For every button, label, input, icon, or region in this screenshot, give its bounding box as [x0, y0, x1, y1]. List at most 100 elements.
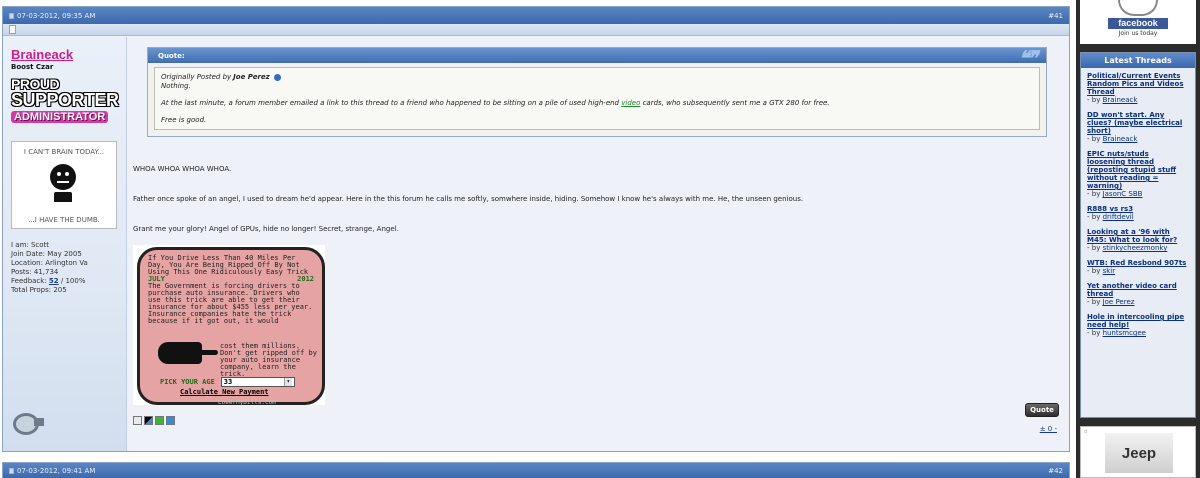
- thread-author-link[interactable]: JasonC SBB: [1103, 190, 1143, 198]
- thread-by: - by: [1087, 267, 1103, 275]
- list-item: Political/Current Events Random Pics and…: [1087, 72, 1189, 104]
- post-subheader: [3, 24, 1069, 36]
- thread-author-link[interactable]: huntsmcgee: [1103, 329, 1146, 337]
- post-index-link[interactable]: #41: [1048, 12, 1063, 20]
- thread-author-link[interactable]: Braineack: [1103, 96, 1138, 104]
- view-post-arrow-icon[interactable]: [273, 74, 281, 81]
- post-header: 07-03-2012, 09:41 AM #42: [3, 463, 1069, 478]
- age-select-value: 33: [223, 377, 233, 386]
- post-icon: [9, 467, 14, 474]
- thread-by: - by: [1087, 213, 1103, 221]
- quote-button[interactable]: Quote: [1025, 403, 1059, 417]
- list-item: WTB: Red Resbond 907ts - by skir: [1087, 259, 1189, 275]
- stick-figure-mouth-icon: [57, 181, 69, 183]
- facebook-button[interactable]: facebook: [1108, 18, 1168, 29]
- list-item: EPIC nuts/studs loosening thread (repost…: [1087, 150, 1189, 198]
- jeep-ad[interactable]: d Jeep: [1080, 426, 1196, 478]
- thread-link[interactable]: Hole in intercooling pipe need help!: [1087, 313, 1189, 329]
- thread-by: - by: [1087, 298, 1103, 306]
- feedback-label: Feedback:: [11, 277, 49, 285]
- ad-body-side: cost them millions. Don't get ripped off…: [220, 342, 317, 378]
- thread-author-link[interactable]: driftdevil: [1103, 213, 1134, 221]
- user-info: I am: Scott Join Date: May 2005 Location…: [11, 241, 118, 295]
- post-votes[interactable]: ± 0 -: [1040, 425, 1057, 433]
- quote-line-3: Free is good.: [161, 116, 207, 124]
- quote-line-2-a: At the last minute, a forum member email…: [161, 99, 622, 107]
- quote-label: Quote:: [158, 51, 185, 60]
- ad-body-top: The Government is forcing drivers to pur…: [148, 282, 313, 325]
- bookmark-icon[interactable]: [133, 416, 142, 425]
- facebook-widget[interactable]: facebook Join us today: [1080, 0, 1196, 44]
- quote-line-2-b: cards, who subsequently sent me a GTX 28…: [640, 99, 830, 107]
- user-location: Location: Arlington Va: [11, 259, 88, 267]
- digg-icon[interactable]: [166, 416, 175, 425]
- ad-footer: LowerMyBills.com: [218, 399, 276, 406]
- right-sidebar: facebook Join us today Latest Threads Po…: [1076, 0, 1200, 478]
- latest-threads-title: Latest Threads: [1081, 53, 1195, 68]
- post-paragraph-2: Father once spoke of an angel, I used to…: [133, 195, 804, 203]
- quote-line-1: Nothing.: [161, 82, 191, 90]
- thread-by: - by: [1087, 329, 1103, 337]
- thread-author-link[interactable]: stinkycheezmonky: [1103, 244, 1168, 252]
- thread-by: - by: [1087, 96, 1103, 104]
- thread-link[interactable]: R888 vs rs3: [1087, 205, 1189, 213]
- delicious-icon[interactable]: [144, 416, 153, 425]
- chevron-down-icon[interactable]: ▾: [283, 378, 292, 386]
- thread-link[interactable]: DD won't start. Any clues? (maybe electr…: [1087, 111, 1189, 135]
- thread-author-link[interactable]: Braineack: [1103, 135, 1138, 143]
- supporter-badge: PROUD SUPPORTER ADMINISTRATOR: [11, 76, 119, 127]
- post-date-text: 07-03-2012, 09:35 AM: [17, 11, 96, 20]
- user-iam: I am: Scott: [11, 241, 50, 249]
- post-text: WHOA WHOA WHOA WHOA. Father once spoke o…: [133, 165, 1047, 234]
- badge-line-3: ADMINISTRATOR: [11, 111, 109, 123]
- ad-marker: d: [1084, 429, 1088, 435]
- thread-author-link[interactable]: Joe Perez: [1103, 298, 1135, 306]
- pointing-hand-icon: [158, 342, 218, 364]
- post-content: Quote: ❝❞ Originally Posted by Joe Perez…: [127, 37, 1069, 451]
- turbo-icon: [13, 413, 44, 435]
- ad-age-row: PICK YOUR AGE 33 ▾: [160, 377, 295, 387]
- thread-link[interactable]: Political/Current Events Random Pics and…: [1087, 72, 1189, 96]
- badge-line-1: PROUD: [11, 76, 60, 92]
- insurance-ad[interactable]: If You Drive Less Than 40 Miles Per Day,…: [133, 245, 325, 406]
- post-body: Braineack Boost Czar PROUD SUPPORTER ADM…: [3, 37, 1069, 451]
- calculate-payment-link[interactable]: Calculate New Payment: [180, 389, 269, 396]
- avatar-caption-bottom: ...I HAVE THE DUMB.: [28, 216, 100, 224]
- insurance-ad-body[interactable]: If You Drive Less Than 40 Miles Per Day,…: [137, 247, 325, 406]
- thread-link[interactable]: Yet another video card thread: [1087, 282, 1189, 298]
- thread-author-link[interactable]: skir: [1103, 267, 1116, 275]
- jeep-logo: Jeep: [1121, 444, 1157, 462]
- list-item: Yet another video card thread - by Joe Pe…: [1087, 282, 1189, 306]
- post-date: 07-03-2012, 09:41 AM: [9, 467, 95, 475]
- quote-origin: Originally Posted by Joe Perez: [161, 73, 1031, 82]
- stick-figure-body-icon: [54, 192, 72, 202]
- post-41: 07-03-2012, 09:35 AM #41 Braineack Boost…: [2, 6, 1070, 452]
- thread-by: - by: [1087, 244, 1103, 252]
- jeep-ad-image[interactable]: Jeep: [1105, 433, 1173, 473]
- thread-link[interactable]: Looking at a '96 with M45: What to look …: [1087, 228, 1189, 244]
- post-paragraph-1: WHOA WHOA WHOA WHOA.: [133, 165, 232, 173]
- avatar-caption-top: I CAN'T BRAIN TODAY...: [23, 148, 105, 156]
- post-index-link[interactable]: #42: [1048, 467, 1063, 475]
- post-42: 07-03-2012, 09:41 AM #42: [2, 462, 1070, 478]
- user-join-date: Join Date: May 2005: [11, 250, 82, 258]
- user-title: Boost Czar: [11, 63, 54, 71]
- stumble-icon[interactable]: [155, 416, 164, 425]
- list-item: Hole in intercooling pipe need help! - by…: [1087, 313, 1189, 337]
- user-props: Total Props: 205: [11, 286, 67, 294]
- feedback-percent: / 100%: [58, 277, 86, 285]
- age-select[interactable]: 33 ▾: [220, 377, 295, 387]
- video-link[interactable]: video: [621, 99, 640, 107]
- thread-by: - by: [1087, 135, 1103, 143]
- post-date-text: 07-03-2012, 09:41 AM: [17, 466, 96, 475]
- social-bookmarks: [133, 416, 175, 425]
- username-link[interactable]: Braineack: [11, 47, 118, 62]
- quote-line-2: At the last minute, a forum member email…: [161, 99, 1031, 108]
- user-pane: Braineack Boost Czar PROUD SUPPORTER ADM…: [3, 37, 127, 451]
- feedback-count-link[interactable]: 52: [49, 277, 59, 285]
- thread-link[interactable]: WTB: Red Resbond 907ts: [1087, 259, 1189, 267]
- quote-box: Quote: ❝❞ Originally Posted by Joe Perez…: [147, 47, 1047, 137]
- quote-content: Originally Posted by Joe Perez Nothing. …: [154, 67, 1040, 130]
- thread-link[interactable]: EPIC nuts/studs loosening thread (repost…: [1087, 150, 1189, 190]
- latest-threads-list: Political/Current Events Random Pics and…: [1081, 68, 1195, 348]
